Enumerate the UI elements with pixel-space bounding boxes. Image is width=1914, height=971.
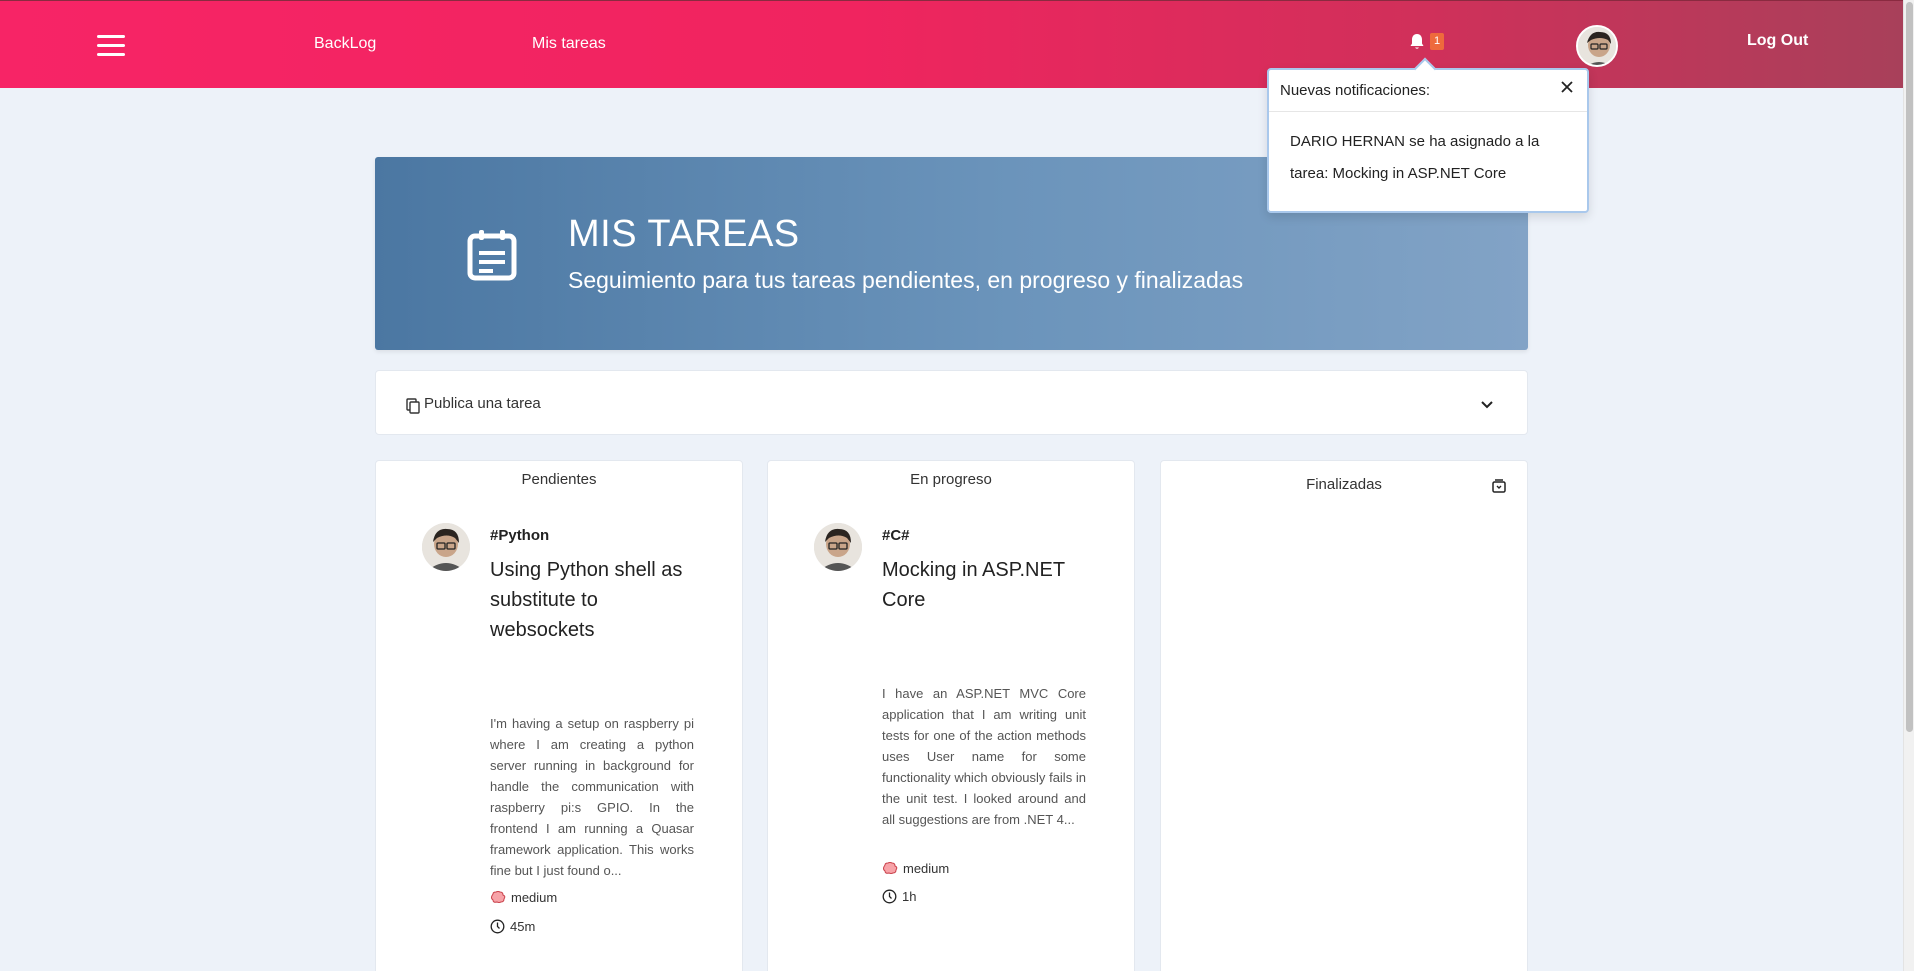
column-pendientes: Pendientes #Python Using Python shell as… — [375, 460, 743, 971]
task-time: 1h — [882, 889, 916, 904]
chevron-down-icon[interactable] — [1479, 396, 1495, 412]
top-navbar: BackLog Mis tareas 1 Log Out — [0, 0, 1903, 88]
logout-button[interactable]: Log Out — [1747, 32, 1808, 50]
user-avatar[interactable] — [1576, 25, 1618, 67]
column-title: En progreso — [910, 471, 992, 488]
calendar-note-icon — [467, 230, 517, 281]
notifications-popover: Nuevas notificaciones: DARIO HERNAN se h… — [1267, 57, 1589, 213]
task-owner-avatar — [422, 523, 470, 571]
popover-title: Nuevas notificaciones: — [1280, 82, 1431, 99]
task-title: Using Python shell as substitute to webs… — [490, 559, 683, 641]
time-label: 45m — [510, 919, 536, 934]
close-icon[interactable] — [1559, 79, 1575, 95]
avatar-image — [1578, 27, 1616, 65]
column-title: Pendientes — [521, 471, 597, 488]
publish-task-label: Publica una tarea — [424, 395, 541, 412]
task-difficulty: medium — [882, 861, 949, 876]
notification-task-link[interactable]: Mocking in ASP.NET Core — [1333, 165, 1507, 182]
notification-count-badge[interactable]: 1 — [1430, 33, 1445, 50]
notification-message[interactable]: DARIO HERNAN se ha asignado a la tarea: … — [1290, 126, 1580, 190]
task-tag: #C# — [882, 527, 910, 544]
hamburger-menu-icon[interactable] — [97, 35, 125, 57]
task-difficulty: medium — [490, 890, 557, 905]
column-finalizadas: Finalizadas — [1160, 460, 1528, 971]
publish-task-accordion[interactable]: Publica una tarea — [375, 370, 1528, 435]
clock-icon — [490, 919, 505, 934]
avatar-image — [814, 523, 862, 571]
nav-link-backlog[interactable]: BackLog — [314, 35, 376, 53]
page-title: MIS TAREAS — [568, 213, 800, 255]
task-description: I'm having a setup on raspberry pi where… — [490, 716, 694, 878]
difficulty-label: medium — [903, 861, 950, 876]
page-subtitle: Seguimiento para tus tareas pendientes, … — [568, 267, 1244, 293]
task-tag: #Python — [490, 527, 550, 544]
task-owner-avatar — [814, 523, 862, 571]
bell-icon[interactable] — [1407, 32, 1427, 52]
scrollbar-thumb[interactable] — [1906, 2, 1913, 732]
copy-icon — [406, 398, 420, 414]
time-label: 1h — [902, 889, 917, 904]
page-scrollbar[interactable] — [1903, 0, 1914, 971]
brain-icon — [883, 862, 898, 874]
task-title: Mocking in ASP.NET Core — [882, 559, 1065, 611]
clock-icon — [882, 889, 897, 904]
difficulty-label: medium — [511, 890, 558, 905]
avatar-image — [422, 523, 470, 571]
column-en-progreso: En progreso #C# Mocking in ASP.NET Core … — [767, 460, 1135, 971]
column-title: Finalizadas — [1306, 476, 1382, 493]
popover-header: Nuevas notificaciones: — [1269, 70, 1587, 112]
nav-link-my-tasks[interactable]: Mis tareas — [532, 35, 606, 53]
archive-icon[interactable] — [1491, 478, 1507, 494]
brain-icon — [491, 891, 506, 903]
task-description: I have an ASP.NET MVC Core application t… — [882, 686, 1086, 827]
task-time: 45m — [490, 919, 535, 934]
